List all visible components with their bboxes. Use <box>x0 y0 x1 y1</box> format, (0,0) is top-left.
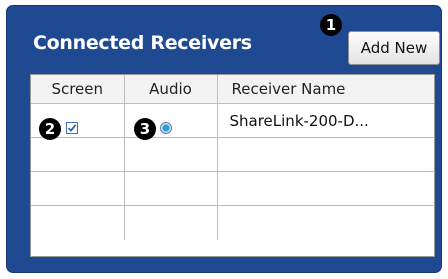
checkmark-icon <box>67 124 77 132</box>
panel-title: Connected Receivers <box>33 32 252 54</box>
audio-cell <box>124 137 218 172</box>
table-row[interactable] <box>31 205 434 240</box>
column-header-screen[interactable]: Screen <box>31 75 125 104</box>
audio-radio-button[interactable] <box>160 122 172 134</box>
column-header-audio[interactable]: Audio <box>124 75 218 104</box>
receiver-name-cell <box>217 206 434 240</box>
receiver-name-cell: ShareLink-200-D... <box>217 103 434 138</box>
receiver-name-cell <box>217 171 434 206</box>
screen-cell <box>31 205 125 240</box>
screen-cell <box>31 137 125 172</box>
table-row[interactable] <box>31 137 434 172</box>
column-header-receiver-name[interactable]: Receiver Name <box>217 75 434 104</box>
callout-badge-3: 3 <box>134 118 156 140</box>
receiver-name-cell <box>217 137 434 172</box>
audio-cell <box>124 171 218 206</box>
screen-cell <box>31 171 125 206</box>
table-header-row: Screen Audio Receiver Name <box>31 75 434 104</box>
receivers-table: Screen Audio Receiver Name ShareLink-200… <box>30 74 435 257</box>
screen-checkbox[interactable] <box>66 122 78 134</box>
add-new-button[interactable]: Add New <box>348 31 440 65</box>
table-row[interactable] <box>31 171 434 206</box>
table-row[interactable]: ShareLink-200-D... <box>31 103 434 138</box>
callout-badge-1: 1 <box>320 14 342 36</box>
audio-cell <box>124 205 218 240</box>
callout-badge-2: 2 <box>39 118 61 140</box>
